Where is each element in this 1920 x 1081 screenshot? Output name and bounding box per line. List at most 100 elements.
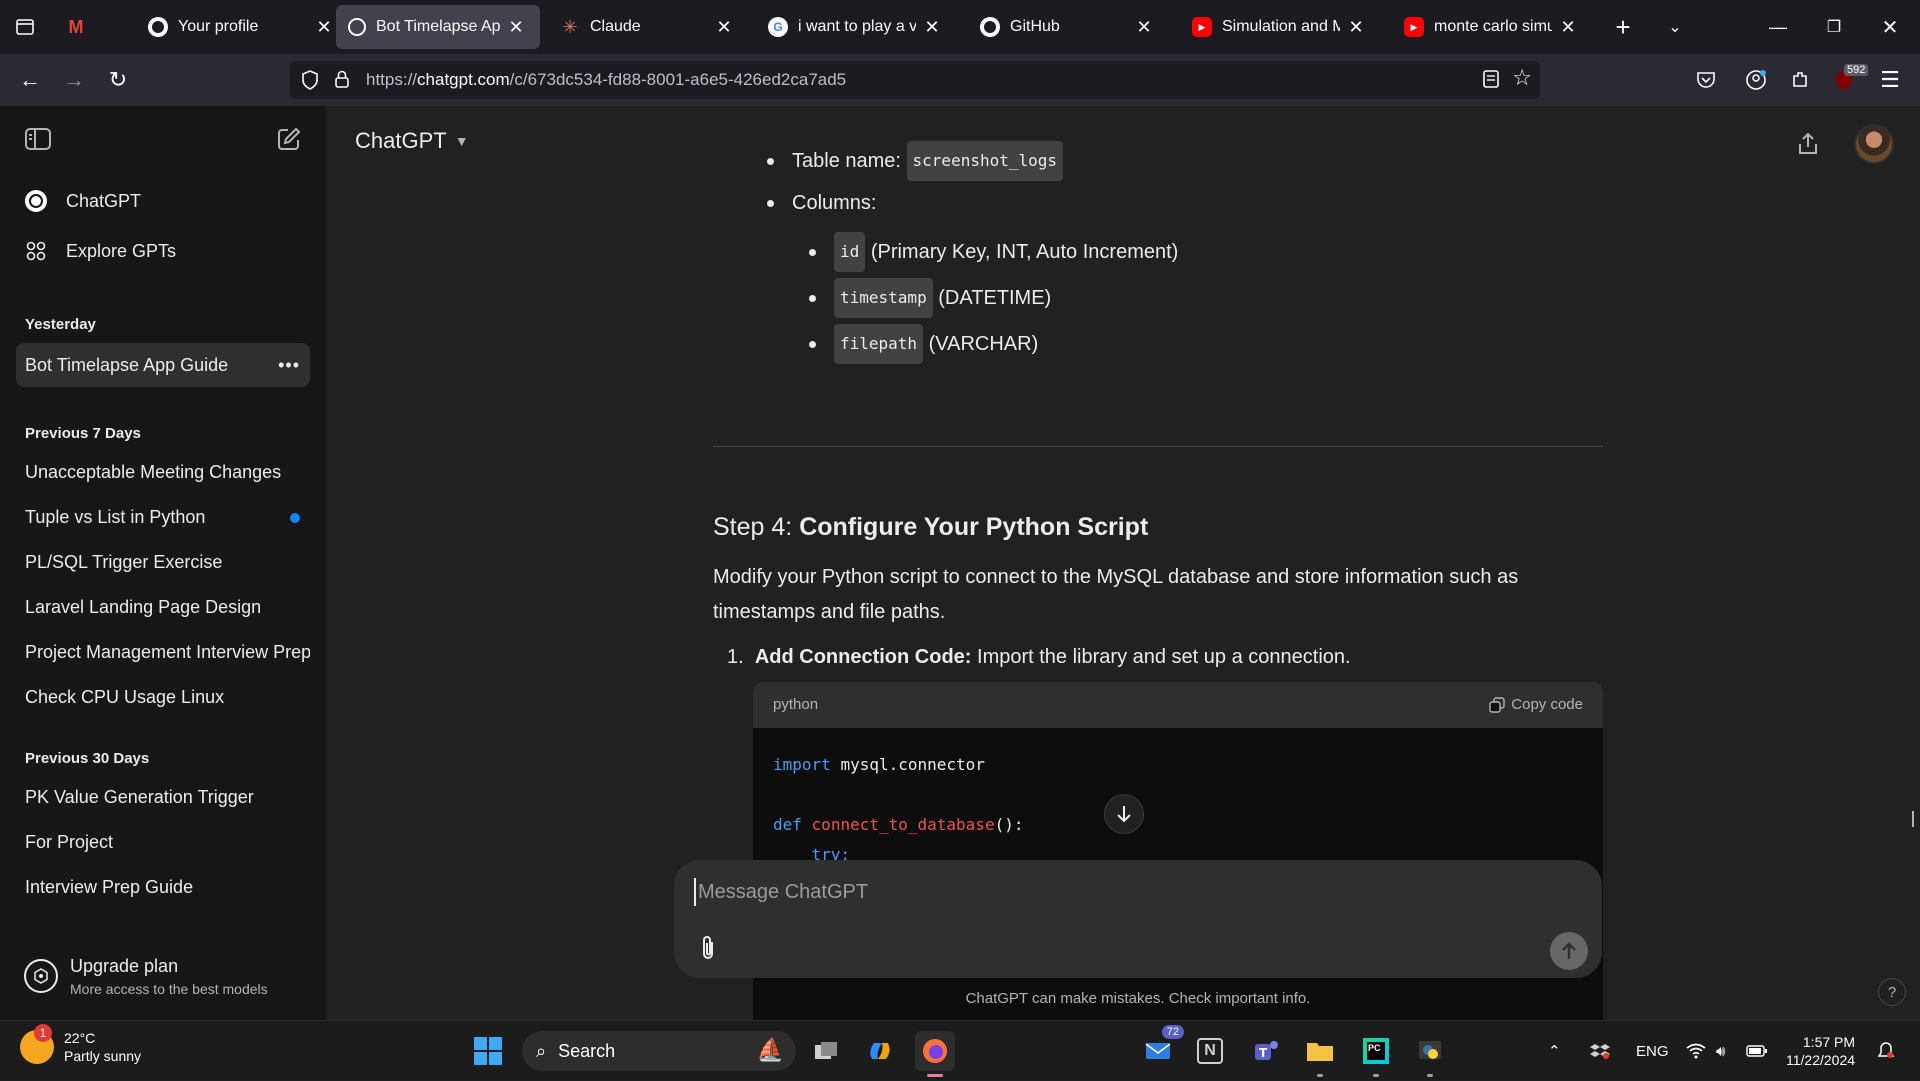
tab-gmail[interactable]: M: [50, 5, 100, 49]
reader-view-icon[interactable]: [1482, 69, 1500, 94]
new-tab-button[interactable]: +: [1602, 0, 1644, 54]
sidebar-item-interview-prep[interactable]: Interview Prep Guide: [16, 865, 310, 910]
bookmark-star-icon[interactable]: ☆: [1512, 65, 1532, 91]
mail-count-badge: 72: [1161, 1025, 1184, 1039]
share-icon: [1799, 132, 1817, 154]
sidebar-item-explore-gpts[interactable]: Explore GPTs: [0, 226, 326, 276]
wifi-icon[interactable]: [1686, 1021, 1706, 1081]
mail-button[interactable]: 72: [1138, 1025, 1184, 1071]
python-button[interactable]: [1410, 1031, 1450, 1077]
bullet-point: [809, 294, 816, 302]
share-button[interactable]: [1788, 124, 1828, 164]
sidebar-item-for-project[interactable]: For Project: [16, 820, 310, 865]
send-button[interactable]: [1550, 932, 1588, 970]
extensions-icon[interactable]: [1778, 60, 1822, 100]
teams-icon: T: [1255, 1041, 1278, 1060]
battery-icon[interactable]: [1746, 1021, 1768, 1081]
tab-google-search[interactable]: G i want to play a vide ✕: [756, 5, 956, 49]
teams-button[interactable]: T: [1246, 1031, 1286, 1071]
forward-button[interactable]: →: [52, 60, 96, 100]
weather-widget[interactable]: 1 22°C Partly sunny: [20, 1024, 141, 1065]
ublock-extension-icon[interactable]: 592: [1822, 60, 1869, 100]
tab-claude[interactable]: ✳ Claude ✕: [548, 5, 748, 49]
task-view-button[interactable]: [806, 1031, 846, 1071]
sidebar-toggle-icon[interactable]: [24, 126, 52, 157]
sidebar-item-pm-interview[interactable]: Project Management Interview Prep: [16, 630, 310, 675]
new-chat-icon[interactable]: [276, 126, 302, 157]
list-bold: Add Connection Code:: [754, 646, 972, 668]
folder-icon: [1307, 1043, 1333, 1061]
tab-your-profile[interactable]: Your profile ✕: [136, 5, 348, 49]
tab-title: Claude: [590, 18, 641, 35]
close-icon[interactable]: ✕: [1558, 17, 1578, 38]
list-item: filepath (VARCHAR): [809, 324, 1038, 364]
notion-button[interactable]: N: [1190, 1031, 1230, 1071]
inline-code: timestamp: [834, 278, 933, 318]
show-hidden-icons[interactable]: ⌃: [1548, 1021, 1561, 1081]
pocket-icon[interactable]: [1684, 60, 1728, 100]
list-all-tabs-button[interactable]: ⌄: [1654, 0, 1696, 54]
tab-bot-timelapse[interactable]: Bot Timelapse App ( ✕: [336, 5, 540, 49]
chevron-down-icon: ▼: [454, 133, 469, 149]
system-clock[interactable]: 1:57 PM 11/22/2024: [1786, 1033, 1855, 1069]
pycharm-icon: PC: [1363, 1038, 1389, 1064]
tab-monte-carlo-youtube[interactable]: ▶ monte carlo simulati ✕: [1392, 5, 1592, 49]
sidebar-item-laravel-landing[interactable]: Laravel Landing Page Design: [16, 585, 310, 630]
running-indicator: [1317, 1074, 1323, 1077]
menu-icon[interactable]: ☰: [1868, 60, 1912, 100]
google-icon: G: [768, 17, 788, 37]
attach-button[interactable]: [694, 932, 722, 964]
upgrade-icon: [24, 959, 58, 993]
url-bar[interactable]: https://chatgpt.com/c/673dc534-fd88-8001…: [290, 61, 1540, 99]
pycharm-button[interactable]: PC: [1356, 1031, 1396, 1077]
message-composer[interactable]: Message ChatGPT: [674, 860, 1602, 978]
python-icon: [1419, 1041, 1441, 1059]
dropbox-icon[interactable]: [1590, 1021, 1610, 1081]
upgrade-plan-button[interactable]: Upgrade plan More access to the best mod…: [0, 932, 326, 1020]
copilot-button[interactable]: [860, 1031, 900, 1071]
sidebar-item-pk-value[interactable]: PK Value Generation Trigger: [16, 775, 310, 820]
close-icon[interactable]: ✕: [1346, 17, 1366, 38]
language-indicator[interactable]: ENG: [1636, 1021, 1669, 1081]
tab-github[interactable]: GitHub ✕: [968, 5, 1168, 49]
firefox-taskbar-button[interactable]: [915, 1031, 955, 1077]
back-button[interactable]: ←: [8, 60, 52, 100]
scrollbar[interactable]: [1912, 811, 1914, 827]
copy-code-button[interactable]: Copy code: [1489, 688, 1583, 722]
close-icon[interactable]: ✕: [922, 17, 942, 38]
tab-list-button[interactable]: [0, 0, 50, 54]
search-icon: ⌕: [536, 1040, 547, 1061]
window-close-button[interactable]: ✕: [1868, 0, 1912, 54]
sidebar-item-unacceptable-meeting[interactable]: Unacceptable Meeting Changes: [16, 450, 310, 495]
shield-icon[interactable]: [300, 69, 320, 96]
tab-title: i want to play a vide: [798, 18, 916, 35]
close-icon[interactable]: ✕: [314, 17, 334, 38]
account-icon[interactable]: [1734, 60, 1778, 100]
close-icon[interactable]: ✕: [506, 17, 526, 38]
sidebar-item-tuple-vs-list[interactable]: Tuple vs List in Python: [16, 495, 310, 540]
model-selector[interactable]: ChatGPT ▼: [355, 128, 469, 154]
close-icon[interactable]: ✕: [1134, 17, 1154, 38]
notifications-icon[interactable]: [1876, 1021, 1896, 1081]
file-explorer-button[interactable]: [1300, 1031, 1340, 1077]
sidebar-item-label: Interview Prep Guide: [25, 877, 194, 897]
lock-icon[interactable]: [334, 69, 350, 94]
sidebar-item-bot-timelapse[interactable]: Bot Timelapse App Guide •••: [16, 343, 310, 387]
taskbar-search[interactable]: ⌕ Search ⛵: [522, 1031, 796, 1071]
sidebar-item-check-cpu[interactable]: Check CPU Usage Linux: [16, 675, 310, 720]
restore-button[interactable]: ❐: [1812, 0, 1856, 54]
avatar[interactable]: [1854, 124, 1894, 164]
tab-simulation-youtube[interactable]: ▶ Simulation and Mod ✕: [1180, 5, 1380, 49]
copy-code-label: Copy code: [1511, 696, 1583, 713]
minimize-button[interactable]: —: [1756, 0, 1800, 54]
sidebar-item-chatgpt[interactable]: ChatGPT: [0, 176, 326, 226]
more-options-icon[interactable]: •••: [278, 355, 300, 376]
sidebar-item-plsql-trigger[interactable]: PL/SQL Trigger Exercise: [16, 540, 310, 585]
close-icon[interactable]: ✕: [714, 17, 734, 38]
reload-button[interactable]: ↻: [96, 60, 140, 100]
message-input[interactable]: Message ChatGPT: [694, 878, 868, 906]
start-button[interactable]: [468, 1031, 508, 1071]
volume-icon[interactable]: 🔊︎: [1716, 1021, 1725, 1081]
help-button[interactable]: ?: [1878, 978, 1906, 1006]
scroll-to-bottom-button[interactable]: [1104, 794, 1144, 834]
